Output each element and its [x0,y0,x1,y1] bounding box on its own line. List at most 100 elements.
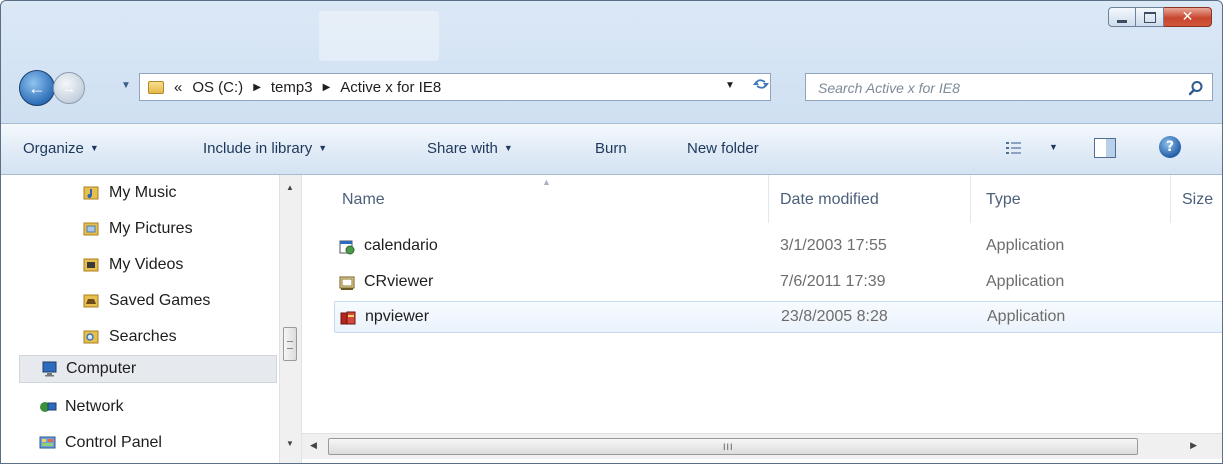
maximize-button[interactable] [1136,7,1164,27]
close-button[interactable]: ✕ [1164,7,1212,27]
preview-pane-icon[interactable] [1094,138,1116,158]
nav-item-saved-games[interactable]: Saved Games [83,287,279,315]
share-with-label: Share with [427,140,498,157]
file-list-pane: ▲ Name Date modified Type Size calendari… [301,175,1222,463]
address-bar[interactable]: « OS (C:) ▶ temp3 ▶ Active x for IE8 [139,73,771,101]
nav-item-label: My Music [109,184,177,201]
view-options-dropdown-icon[interactable]: ▼ [1049,142,1058,152]
nav-item-label: My Pictures [109,220,193,237]
organize-menu[interactable]: Organize ▼ [23,140,99,157]
share-with-menu[interactable]: Share with ▼ [427,140,513,157]
npviewer-app-icon [340,311,356,325]
column-header-name[interactable]: Name [342,191,385,209]
file-type: Application [986,237,1065,254]
scroll-down-arrow-icon[interactable]: ▼ [286,439,294,448]
nav-item-label: Saved Games [109,292,211,309]
background-window-ghost [319,11,439,61]
explorer-window: ✕ ← → ▼ « OS (C:) ▶ temp3 ▶ Active x for… [0,0,1223,464]
refresh-button[interactable] [749,76,773,98]
search-placeholder: Search Active x for IE8 [818,80,960,96]
file-name: CRviewer [364,273,434,290]
sort-ascending-icon: ▲ [542,177,551,187]
include-in-library-label: Include in library [203,140,313,157]
column-header-size[interactable]: Size [1182,191,1222,209]
nav-item-label: Control Panel [65,434,162,451]
breadcrumb-overflow[interactable]: « [174,79,182,96]
column-header-date-modified[interactable]: Date modified [780,191,879,209]
folder-icon [148,80,164,94]
videos-folder-icon [83,258,99,272]
column-divider[interactable] [1170,175,1171,223]
command-bar: Organize ▼ Include in library ▼ Share with… [1,123,1222,175]
address-dropdown-icon[interactable]: ▼ [725,80,735,91]
file-row[interactable]: calendario 3/1/2003 17:55 Application [334,231,1222,263]
breadcrumb-separator-icon[interactable]: ▶ [253,82,261,93]
file-row-selected[interactable]: npviewer 23/8/2005 8:28 Application [334,301,1222,333]
nav-item-computer[interactable]: Computer [19,355,277,383]
breadcrumb-drive[interactable]: OS (C:) [192,79,243,96]
nav-item-label: My Videos [109,256,184,273]
forward-button[interactable]: → [53,72,85,104]
column-divider[interactable] [970,175,971,223]
searches-folder-icon [83,330,99,344]
nav-item-my-pictures[interactable]: My Pictures [83,215,279,243]
help-icon[interactable]: ? [1159,136,1181,158]
include-in-library-menu[interactable]: Include in library ▼ [203,140,327,157]
nav-item-my-music[interactable]: My Music [83,179,279,207]
close-icon: ✕ [1181,9,1194,25]
maximize-icon [1143,11,1156,23]
nav-item-my-videos[interactable]: My Videos [83,251,279,279]
minimize-icon [1117,19,1127,23]
scrollbar-thumb[interactable] [283,327,297,361]
nav-item-searches[interactable]: Searches [83,323,279,351]
navigation-bar: ← → ▼ « OS (C:) ▶ temp3 ▶ Active x for I… [1,67,1222,107]
file-date-modified: 3/1/2003 17:55 [780,237,887,254]
nav-item-control-panel[interactable]: Control Panel [39,429,277,457]
scrollbar-grip-icon: III [723,442,734,452]
file-type: Application [987,308,1066,325]
file-type: Application [986,273,1065,290]
file-list-horizontal-scrollbar[interactable]: ◀ III ▶ [302,433,1222,459]
column-header-type[interactable]: Type [986,191,1021,209]
scroll-right-arrow-icon[interactable]: ▶ [1190,440,1197,451]
nav-item-network[interactable]: Network [39,393,277,421]
calendario-app-icon [339,240,355,255]
organize-dropdown-icon: ▼ [89,143,99,153]
breadcrumb-current-folder[interactable]: Active x for IE8 [340,79,441,96]
network-icon [40,402,57,412]
scrollbar-grip-icon [287,341,293,349]
new-folder-button[interactable]: New folder [687,140,759,157]
search-icon[interactable] [1188,80,1204,96]
column-divider[interactable] [768,175,769,223]
nav-item-label: Network [65,398,124,415]
navigation-pane: My Music My Pictures My Videos Saved Gam… [1,175,301,463]
file-row[interactable]: CRviewer 7/6/2011 17:39 Application [334,267,1222,299]
computer-icon [42,361,57,377]
nav-item-label: Computer [66,360,137,377]
search-box[interactable]: Search Active x for IE8 [805,73,1213,101]
control-panel-icon [39,436,56,449]
recent-pages-dropdown[interactable]: ▼ [121,80,131,91]
music-folder-icon [83,186,99,200]
minimize-button[interactable] [1108,7,1136,27]
back-button[interactable]: ← [19,70,55,106]
breadcrumb-separator-icon[interactable]: ▶ [323,82,331,93]
file-name: npviewer [365,308,430,325]
forward-arrow-icon: → [62,80,76,96]
scrollbar-thumb[interactable]: III [328,438,1138,455]
change-view-icon[interactable] [1005,140,1023,156]
crviewer-app-icon [339,276,355,290]
file-date-modified: 23/8/2005 8:28 [781,308,888,325]
burn-button[interactable]: Burn [595,140,627,157]
nav-pane-vertical-scrollbar[interactable]: ▲ ▼ [279,175,301,463]
back-arrow-icon: ← [28,77,46,98]
file-date-modified: 7/6/2011 17:39 [780,273,886,290]
pictures-folder-icon [83,222,99,236]
scroll-up-arrow-icon[interactable]: ▲ [286,183,294,192]
window-controls: ✕ [1108,7,1212,27]
nav-item-label: Searches [109,328,177,345]
file-name: calendario [364,237,438,254]
scroll-left-arrow-icon[interactable]: ◀ [310,440,317,451]
organize-label: Organize [23,140,84,157]
breadcrumb-temp3[interactable]: temp3 [271,79,313,96]
